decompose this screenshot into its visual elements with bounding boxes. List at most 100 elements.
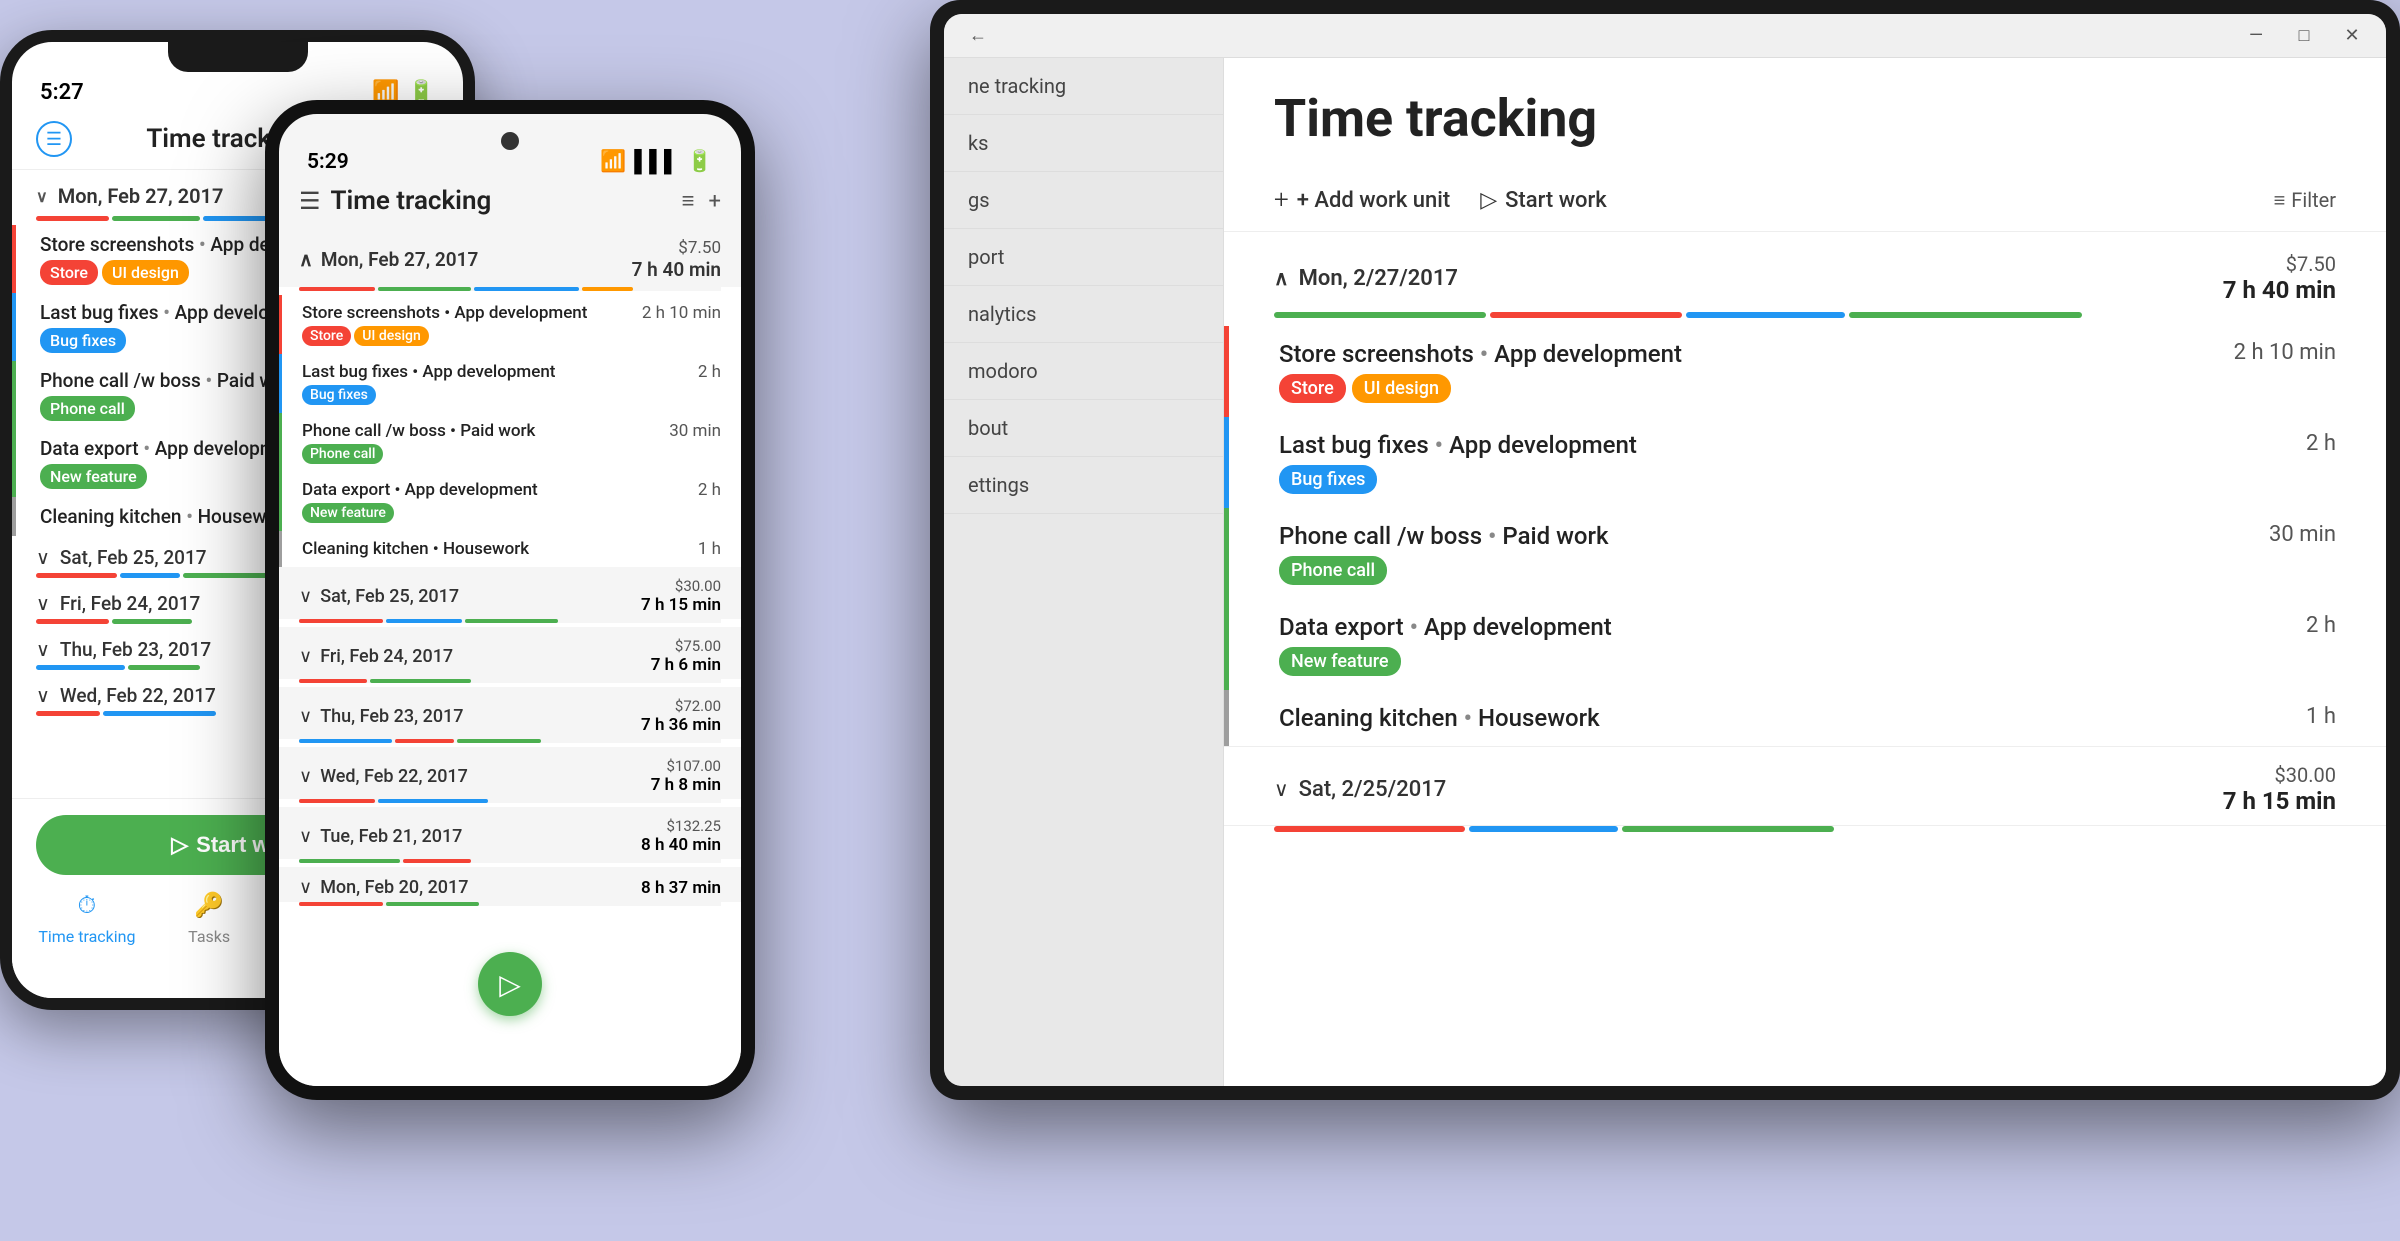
phone2-entry-store-info: Store screenshots • App development Stor… xyxy=(302,303,642,346)
filter-icon[interactable]: ≡ xyxy=(682,188,695,214)
phone2-camera xyxy=(501,132,519,150)
phone2-entry-store[interactable]: Store screenshots • App development Stor… xyxy=(279,295,741,354)
phone2-day-thu-right: $72.00 7 h 36 min xyxy=(641,697,721,735)
phone2-entry-phonecall[interactable]: Phone call /w boss • Paid work Phone cal… xyxy=(279,413,741,472)
phone2-day-mon: ∧ Mon, Feb 27, 2017 $7.50 7 h 40 min Sto… xyxy=(279,226,741,567)
sidebar-item-settings[interactable]: ettings xyxy=(944,457,1223,514)
phone2-day-mon2-left: ∨ Mon, Feb 20, 2017 xyxy=(299,877,469,898)
phone2-day-tue-label: Tue, Feb 21, 2017 xyxy=(320,826,462,847)
tablet-maximize-btn[interactable]: □ xyxy=(2290,22,2318,50)
phone2-mon-progress xyxy=(299,287,721,291)
tablet: ← — □ ✕ ne tracking ks gs port nalytics … xyxy=(930,0,2400,1100)
phone2-entry-cleaning-time: 1 h xyxy=(698,539,721,559)
phone2-day-tue-left: ∨ Tue, Feb 21, 2017 xyxy=(299,826,462,847)
start-work-button-tablet[interactable]: ▷ Start work xyxy=(1480,188,1607,213)
tablet-day-mon-label: Mon, 2/27/2017 xyxy=(1299,266,1458,291)
battery-icon-2: 🔋 xyxy=(687,150,713,174)
phone2-day-sat-label: Sat, Feb 25, 2017 xyxy=(320,586,459,607)
tablet-actions: + + Add work unit ▷ Start work ≡ Filter xyxy=(1224,185,2386,232)
sidebar-item-gs[interactable]: gs xyxy=(944,172,1223,229)
phone2-entry-dataexport-title: Data export • App development xyxy=(302,480,698,500)
chevron-down-tablet: ∧ xyxy=(1274,266,1289,290)
hamburger-icon[interactable]: ☰ xyxy=(299,187,321,215)
tablet-entry-bugfixes-time: 2 h xyxy=(2306,431,2336,456)
sidebar-item-port[interactable]: port xyxy=(944,229,1223,286)
phone2-day-sat[interactable]: ∨ Sat, Feb 25, 2017 $30.00 7 h 15 min xyxy=(279,567,741,619)
phone2-fab-play[interactable]: ▷ xyxy=(478,952,542,1016)
nav-time-tracking-label: Time tracking xyxy=(38,927,135,946)
tablet-sat-progress xyxy=(1274,826,2336,832)
menu-circle-icon[interactable]: ☰ xyxy=(36,121,72,157)
play-icon-tablet: ▷ xyxy=(1480,188,1497,213)
tablet-day-mon-amount: $7.50 xyxy=(2223,252,2336,276)
phone2-header: ☰ Time tracking ≡ + xyxy=(279,182,741,226)
filter-button[interactable]: ≡ Filter xyxy=(2274,188,2336,213)
phone2-entry-store-time: 2 h 10 min xyxy=(642,303,721,323)
phone1-day-wed-label: Wed, Feb 22, 2017 xyxy=(60,684,216,707)
chevron-right-p2-mon2: ∨ xyxy=(299,877,312,898)
phone2-thu-amount: $72.00 xyxy=(641,697,721,715)
phone1-tag-uidesign: UI design xyxy=(102,260,189,285)
tablet-day-sat[interactable]: ∨ Sat, 2/25/2017 $30.00 7 h 15 min xyxy=(1224,747,2386,826)
phone2-day-sat-right: $30.00 7 h 15 min xyxy=(641,577,721,615)
phone2-day-mon-header[interactable]: ∧ Mon, Feb 27, 2017 $7.50 7 h 40 min xyxy=(279,226,741,287)
phone2-entry-phonecall-info: Phone call /w boss • Paid work Phone cal… xyxy=(302,421,669,464)
nav-time-tracking[interactable]: ⏱ Time tracking xyxy=(38,887,135,946)
phone2-entry-phonecall-title: Phone call /w boss • Paid work xyxy=(302,421,669,441)
chevron-right-icon-2: ∨ xyxy=(36,592,50,615)
phone2-entry-bugfixes-title: Last bug fixes • App development xyxy=(302,362,698,382)
sidebar-item-tracking[interactable]: ne tracking xyxy=(944,58,1223,115)
phone2-day-mon-amount: $7.50 xyxy=(632,238,721,258)
signal-icon: ▌▌▌ xyxy=(634,150,679,174)
phone2-entry-bugfixes-info: Last bug fixes • App development Bug fix… xyxy=(302,362,698,405)
phone1-day-sat-label: Sat, Feb 25, 2017 xyxy=(60,546,207,569)
sidebar-item-pomodoro[interactable]: modoro xyxy=(944,343,1223,400)
tablet-minimize-btn[interactable]: — xyxy=(2242,22,2270,50)
nav-tasks[interactable]: 🔑 Tasks xyxy=(188,887,230,946)
chevron-right-p2-fri: ∨ xyxy=(299,646,312,667)
sidebar-item-analytics[interactable]: nalytics xyxy=(944,286,1223,343)
chevron-right-p2-sat: ∨ xyxy=(299,586,312,607)
phone1-tag-phonecall: Phone call xyxy=(40,396,135,421)
chevron-right-icon: ∨ xyxy=(36,546,50,569)
phone2-day-tue[interactable]: ∨ Tue, Feb 21, 2017 $132.25 8 h 40 min xyxy=(279,807,741,859)
tablet-entry-cleaning[interactable]: Cleaning kitchen • Housework 1 h xyxy=(1224,690,2386,746)
tablet-close-btn[interactable]: ✕ xyxy=(2338,22,2366,50)
tablet-entry-phonecall[interactable]: Phone call /w boss • Paid work Phone cal… xyxy=(1224,508,2386,599)
phone2-tag-phonecall: Phone call xyxy=(302,444,383,464)
add-work-unit-button[interactable]: + + Add work unit xyxy=(1274,185,1450,215)
phone2-day-wed[interactable]: ∨ Wed, Feb 22, 2017 $107.00 7 h 8 min xyxy=(279,747,741,799)
phone2-entry-bugfixes[interactable]: Last bug fixes • App development Bug fix… xyxy=(279,354,741,413)
phone2-day-mon-right: $7.50 7 h 40 min xyxy=(632,238,721,281)
tablet-day-mon-header[interactable]: ∧ Mon, 2/27/2017 $7.50 7 h 40 min xyxy=(1224,232,2386,312)
add-icon[interactable]: + xyxy=(709,189,721,214)
tasks-icon: 🔑 xyxy=(191,887,227,923)
phone2-tag-newfeature: New feature xyxy=(302,503,394,523)
phone2-fri-amount: $75.00 xyxy=(651,637,721,655)
tablet-back-btn[interactable]: ← xyxy=(964,22,992,50)
phone2-day-fri[interactable]: ∨ Fri, Feb 24, 2017 $75.00 7 h 6 min xyxy=(279,627,741,679)
phone1-tag-store: Store xyxy=(40,260,98,285)
phone2-entry-dataexport-time: 2 h xyxy=(698,480,721,500)
tablet-entry-cleaning-time: 1 h xyxy=(2306,704,2336,729)
tablet-sidebar: ne tracking ks gs port nalytics modoro b… xyxy=(944,58,1224,1086)
tablet-day-mon-right: $7.50 7 h 40 min xyxy=(2223,252,2336,304)
phone2-day-mon-label: Mon, Feb 27, 2017 xyxy=(321,248,478,271)
tablet-main-header: Time tracking xyxy=(1224,58,2386,185)
sidebar-item-ks[interactable]: ks xyxy=(944,115,1223,172)
tablet-entry-dataexport-time: 2 h xyxy=(2306,613,2336,638)
phone2-mon2-time: 8 h 37 min xyxy=(641,878,721,898)
phone1-tag-bugfixes: Bug fixes xyxy=(40,328,126,353)
phone2-day-fri-label: Fri, Feb 24, 2017 xyxy=(320,646,453,667)
phone2-day-thu[interactable]: ∨ Thu, Feb 23, 2017 $72.00 7 h 36 min xyxy=(279,687,741,739)
phone2-entry-dataexport[interactable]: Data export • App development New featur… xyxy=(279,472,741,531)
tablet-entry-store[interactable]: Store screenshots • App development Stor… xyxy=(1224,326,2386,417)
phone2-entry-store-title: Store screenshots • App development xyxy=(302,303,642,323)
sidebar-item-about[interactable]: bout xyxy=(944,400,1223,457)
phone2-day-mon2[interactable]: ∨ Mon, Feb 20, 2017 8 h 37 min xyxy=(279,867,741,902)
phone2-day-tue-right: $132.25 8 h 40 min xyxy=(641,817,721,855)
phone2-entry-cleaning[interactable]: Cleaning kitchen • Housework 1 h xyxy=(279,531,741,567)
tablet-entry-dataexport[interactable]: Data export • App development New featur… xyxy=(1224,599,2386,690)
tablet-entry-bugfixes[interactable]: Last bug fixes • App development Bug fix… xyxy=(1224,417,2386,508)
phone2-day-thu-label: Thu, Feb 23, 2017 xyxy=(320,706,463,727)
